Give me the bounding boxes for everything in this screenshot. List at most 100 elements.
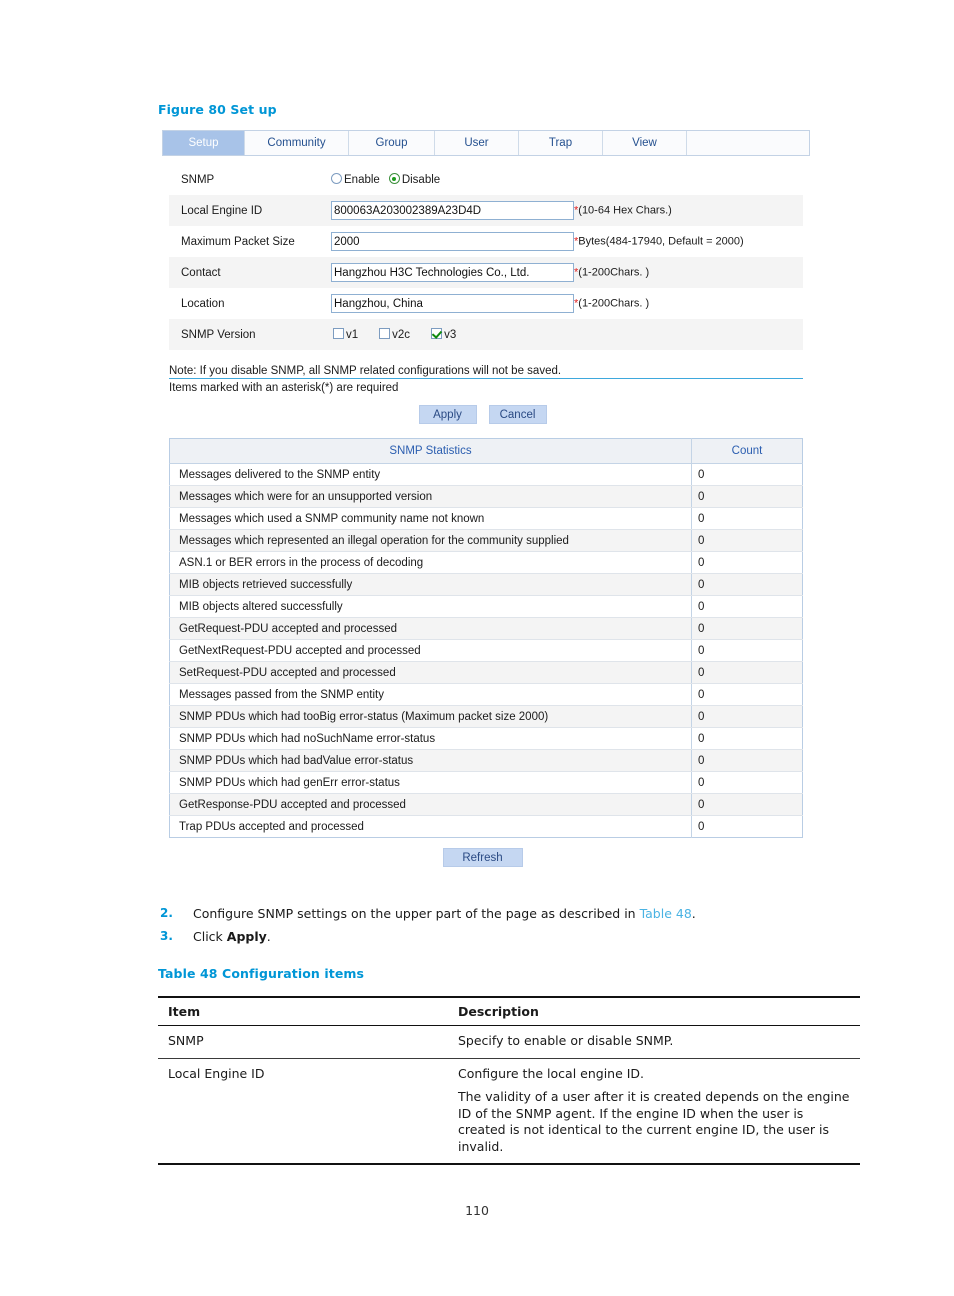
form-row-location: Location Hangzhou, China *(1-200Chars. ) [169, 288, 803, 319]
tab-community[interactable]: Community [245, 131, 349, 155]
step-3-text: Click Apply. [193, 929, 860, 945]
checkbox-v1[interactable]: v1 [333, 328, 358, 341]
statistic-name: SetRequest-PDU accepted and processed [169, 661, 692, 684]
snmp-statistics-table: SNMP Statistics Count Messages delivered… [169, 438, 803, 838]
cancel-button[interactable]: Cancel [488, 405, 547, 424]
tab-view[interactable]: View [603, 131, 687, 155]
checkbox-v2c[interactable]: v2c [379, 328, 410, 341]
table-row: SetRequest-PDU accepted and processed 0 [169, 661, 803, 684]
snmp-setup-screenshot: Setup Community Group User Trap View SNM… [162, 130, 810, 867]
max-packet-size-control: 2000 *Bytes(484-17940, Default = 2000) [331, 226, 803, 257]
tab-group[interactable]: Group [349, 131, 435, 155]
cfg-desc-snmp: Specify to enable or disable SNMP. [448, 1025, 860, 1059]
table-row: Messages delivered to the SNMP entity 0 [169, 463, 803, 486]
note-disable-snmp: Note: If you disable SNMP, all SNMP rela… [169, 365, 803, 379]
statistic-name: Trap PDUs accepted and processed [169, 815, 692, 838]
cfg-column-header-description: Description [448, 996, 860, 1026]
statistic-count: 0 [691, 529, 803, 552]
max-packet-size-hint: Bytes(484-17940, Default = 2000) [578, 235, 744, 248]
cfg-row-local-engine-id: Local Engine ID Configure the local engi… [158, 1058, 860, 1165]
tab-user[interactable]: User [435, 131, 519, 155]
step-2-text-after: . [691, 906, 696, 921]
step-3-text-before: Click [193, 928, 227, 944]
table-caption: Table 48 Configuration items [158, 966, 365, 981]
statistic-name: SNMP PDUs which had tooBig error-status … [169, 705, 692, 728]
form-row-max-packet-size: Maximum Packet Size 2000 *Bytes(484-17940… [169, 226, 803, 257]
table-row: Messages which were for an unsupported v… [169, 485, 803, 508]
checkbox-v3-icon[interactable] [431, 328, 443, 339]
snmp-label: SNMP [181, 173, 215, 186]
table-row: SNMP PDUs which had tooBig error-status … [169, 705, 803, 728]
contact-input[interactable]: Hangzhou H3C Technologies Co., Ltd. [331, 263, 574, 282]
statistic-count: 0 [691, 683, 803, 706]
form-row-contact: Contact Hangzhou H3C Technologies Co., L… [169, 257, 803, 288]
table-row: GetNextRequest-PDU accepted and processe… [169, 639, 803, 662]
statistic-count: 0 [691, 617, 803, 640]
radio-enable-label[interactable]: Enable [344, 174, 380, 186]
cfg-item-local-engine-id: Local Engine ID [158, 1058, 448, 1165]
location-hint: (1-200Chars. ) [578, 297, 650, 310]
table-row: SNMP PDUs which had noSuchName error-sta… [169, 727, 803, 750]
checkbox-v2c-icon[interactable] [379, 328, 391, 339]
form-row-snmp: SNMP Enable Disable [169, 164, 803, 195]
statistic-count: 0 [691, 507, 803, 530]
snmp-version-label: SNMP Version [181, 328, 256, 341]
statistics-body: Messages delivered to the SNMP entity 0 Me… [169, 463, 803, 838]
local-engine-id-input[interactable]: 800063A203002389A23D4D [331, 201, 574, 220]
statistic-count: 0 [691, 463, 803, 486]
radio-disable-icon[interactable] [388, 173, 400, 184]
step-2-link-table48[interactable]: Table 48 [640, 906, 692, 921]
step-2-text-before: Configure SNMP settings on the upper par… [193, 906, 640, 921]
apply-button[interactable]: Apply [418, 405, 477, 424]
step-2-number: 2. [160, 906, 173, 920]
step-3-text-after: . [266, 928, 271, 944]
checkbox-v3[interactable]: v3 [431, 328, 456, 341]
location-control: Hangzhou, China *(1-200Chars. ) [331, 288, 803, 319]
statistic-name: Messages which used a SNMP community nam… [169, 507, 692, 530]
table-row: GetRequest-PDU accepted and processed 0 [169, 617, 803, 640]
tab-bar: Setup Community Group User Trap View [162, 130, 810, 156]
table-row: ASN.1 or BER errors in the process of de… [169, 551, 803, 574]
refresh-button[interactable]: Refresh [442, 848, 523, 867]
tab-trap[interactable]: Trap [519, 131, 603, 155]
statistic-name: MIB objects retrieved successfully [169, 573, 692, 596]
table-row: SNMP PDUs which had genErr error-status 0 [169, 771, 803, 794]
statistic-count: 0 [691, 639, 803, 662]
step-2-text: Configure SNMP settings on the upper par… [193, 906, 860, 922]
max-packet-size-input[interactable]: 2000 [331, 232, 574, 251]
radio-enable-icon[interactable] [331, 173, 342, 184]
statistic-count: 0 [691, 485, 803, 508]
snmp-config-form: SNMP Enable Disable Local Engine ID 80006… [169, 164, 803, 350]
form-row-local-engine-id: Local Engine ID 800063A203002389A23D4D *(… [169, 195, 803, 226]
cfg-desc-snmp-p1: Specify to enable or disable SNMP. [458, 1033, 674, 1048]
table-row: Trap PDUs accepted and processed 0 [169, 815, 803, 838]
statistic-count: 0 [691, 573, 803, 596]
table-row: Messages which represented an illegal op… [169, 529, 803, 552]
local-engine-id-control: 800063A203002389A23D4D *(10-64 Hex Chars.… [331, 195, 803, 226]
snmp-radio-group: Enable Disable [331, 164, 803, 195]
statistic-count: 0 [691, 815, 803, 838]
checkbox-v1-icon[interactable] [333, 328, 344, 339]
statistic-name: GetResponse-PDU accepted and processed [169, 793, 692, 816]
statistic-name: SNMP PDUs which had badValue error-statu… [169, 749, 692, 772]
table-header-row: SNMP Statistics Count [169, 438, 803, 464]
statistic-name: GetRequest-PDU accepted and processed [169, 617, 692, 640]
contact-hint: (1-200Chars. ) [578, 266, 650, 279]
radio-disable-label[interactable]: Disable [402, 174, 440, 186]
contact-control: Hangzhou H3C Technologies Co., Ltd. *(1-2… [331, 257, 803, 288]
tab-setup[interactable]: Setup [163, 131, 245, 155]
table-row: GetResponse-PDU accepted and processed 0 [169, 793, 803, 816]
statistic-name: Messages which represented an illegal op… [169, 529, 692, 552]
statistic-count: 0 [691, 771, 803, 794]
max-packet-size-label: Maximum Packet Size [181, 235, 295, 248]
statistic-count: 0 [691, 749, 803, 772]
form-button-row: Apply Cancel [162, 405, 803, 424]
statistic-name: MIB objects altered successfully [169, 595, 692, 618]
table-row: SNMP PDUs which had badValue error-statu… [169, 749, 803, 772]
step-2: 2. Configure SNMP settings on the upper … [160, 906, 860, 922]
column-header-snmp-statistics: SNMP Statistics [169, 438, 692, 464]
snmp-version-checkbox-group: v1 v2c v3 [331, 319, 803, 350]
statistic-count: 0 [691, 595, 803, 618]
cfg-row-snmp: SNMP Specify to enable or disable SNMP. [158, 1025, 860, 1059]
location-input[interactable]: Hangzhou, China [331, 294, 574, 313]
